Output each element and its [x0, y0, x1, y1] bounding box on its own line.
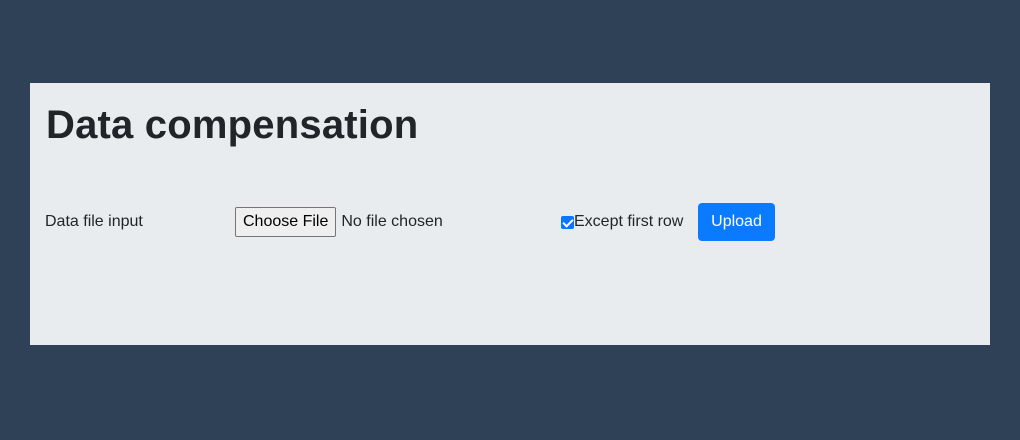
except-first-row-label[interactable]: Except first row: [574, 212, 683, 232]
upload-button[interactable]: Upload: [698, 203, 775, 241]
choose-file-button[interactable]: Choose File: [235, 207, 337, 237]
file-status-text: No file chosen: [341, 213, 443, 230]
upload-form: Data file input Choose File No file chos…: [30, 203, 990, 241]
page-title: Data compensation: [46, 103, 419, 147]
file-input[interactable]: Choose File No file chosen: [235, 207, 443, 237]
except-first-row-option[interactable]: Except first row: [561, 212, 683, 232]
except-first-row-checkbox[interactable]: [561, 215, 574, 229]
data-file-label: Data file input: [45, 213, 143, 230]
main-panel: Data compensation Data file input Choose…: [30, 83, 990, 345]
